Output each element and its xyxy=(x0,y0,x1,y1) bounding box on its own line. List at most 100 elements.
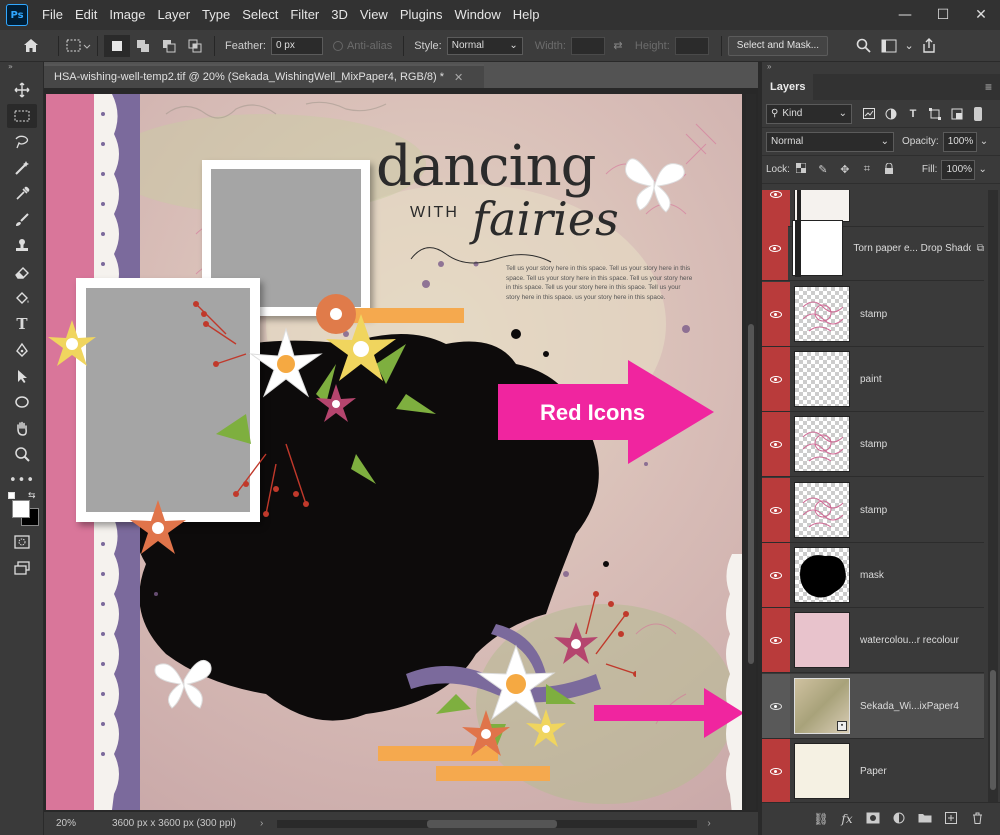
lock-transparent-pixels-icon[interactable] xyxy=(790,162,812,176)
fill-input[interactable]: 100% xyxy=(941,159,976,180)
filter-smart-object-icon[interactable] xyxy=(946,104,968,124)
layer-name[interactable]: Torn paper e... Drop Shadow xyxy=(853,243,971,254)
layer-name[interactable]: Sekada_Wi...ixPaper4 xyxy=(860,701,959,712)
layer-name[interactable]: watercolou...r recolour xyxy=(860,635,959,646)
brush-tool-icon[interactable] xyxy=(7,208,37,232)
menu-item-view[interactable]: View xyxy=(354,0,394,30)
chevron-down-icon[interactable]: ⌄ xyxy=(980,136,988,147)
collapse-toolbar-icon[interactable]: » xyxy=(0,62,43,76)
layer-row[interactable]: watercolou...r recolour xyxy=(762,608,984,673)
scroll-right-icon[interactable]: › xyxy=(707,818,710,829)
document-canvas[interactable]: dancing WITH fairies Tell us your story … xyxy=(46,94,742,810)
chevron-down-icon[interactable]: ⌄ xyxy=(902,35,916,57)
home-icon[interactable] xyxy=(18,35,44,57)
new-layer-icon[interactable] xyxy=(938,811,964,827)
antialias-checkbox[interactable] xyxy=(332,40,343,51)
height-input[interactable] xyxy=(674,36,709,55)
panel-menu-icon[interactable]: ≡ xyxy=(985,80,992,94)
opacity-input[interactable]: 100% xyxy=(942,131,977,152)
clone-stamp-tool-icon[interactable] xyxy=(7,234,37,258)
vertical-scrollbar[interactable] xyxy=(746,94,756,810)
intersect-selection-icon[interactable] xyxy=(182,35,208,57)
layer-thumbnail[interactable] xyxy=(794,351,850,407)
menu-item-image[interactable]: Image xyxy=(103,0,151,30)
layer-name[interactable]: Paper xyxy=(860,766,887,777)
menu-item-filter[interactable]: Filter xyxy=(284,0,325,30)
collapse-panels-icon[interactable]: » xyxy=(762,62,1000,74)
ellipse-tool-icon[interactable] xyxy=(7,390,37,414)
select-and-mask-button[interactable]: Select and Mask... xyxy=(727,35,829,56)
adjustment-layer-icon[interactable] xyxy=(886,812,912,827)
quick-mask-icon[interactable] xyxy=(7,530,37,554)
menu-item-select[interactable]: Select xyxy=(236,0,284,30)
search-icon[interactable] xyxy=(850,35,876,57)
horizontal-scrollbar[interactable] xyxy=(277,819,698,828)
filter-adjustment-icon[interactable] xyxy=(880,104,902,124)
foreground-color-swatch[interactable] xyxy=(12,500,30,518)
layers-scrollbar[interactable] xyxy=(988,190,998,802)
document-tab[interactable]: HSA-wishing-well-temp2.tif @ 20% (Sekada… xyxy=(44,64,484,88)
link-layers-icon[interactable]: ⛓ xyxy=(808,812,834,826)
lock-artboard-icon[interactable]: ⌗ xyxy=(856,163,878,176)
add-mask-icon[interactable] xyxy=(860,812,886,827)
menu-item-window[interactable]: Window xyxy=(448,0,506,30)
layer-row[interactable]: stamp xyxy=(762,412,984,477)
vertical-scroll-thumb[interactable] xyxy=(748,324,754,664)
new-group-icon[interactable] xyxy=(912,812,938,826)
layer-row[interactable]: stamp xyxy=(762,478,984,543)
layers-scroll-thumb[interactable] xyxy=(990,670,996,790)
minimize-button[interactable]: — xyxy=(886,0,924,30)
add-to-selection-icon[interactable] xyxy=(130,35,156,57)
tab-layers[interactable]: Layers xyxy=(762,74,814,100)
menu-item-help[interactable]: Help xyxy=(507,0,546,30)
marquee-tool-preset-icon[interactable] xyxy=(65,35,91,57)
type-tool-icon[interactable]: T xyxy=(7,312,37,336)
layer-visibility-toggle[interactable] xyxy=(762,674,790,738)
layer-visibility-toggle[interactable] xyxy=(762,478,790,542)
status-menu-arrow-icon[interactable]: › xyxy=(260,818,263,829)
layer-thumbnail[interactable] xyxy=(794,482,850,538)
style-select[interactable]: Normal ⌄ xyxy=(446,36,523,55)
layer-name[interactable]: paint xyxy=(860,374,882,385)
more-tools-icon[interactable]: ••• xyxy=(7,468,37,492)
width-input[interactable] xyxy=(570,36,605,55)
swap-width-height-icon[interactable]: ⇄ xyxy=(605,35,631,57)
layer-thumbnail[interactable] xyxy=(794,743,850,799)
close-button[interactable]: ✕ xyxy=(962,0,1000,30)
menu-item-type[interactable]: Type xyxy=(196,0,236,30)
menu-item-3d[interactable]: 3D xyxy=(325,0,354,30)
layer-thumbnail[interactable] xyxy=(794,547,850,603)
paint-bucket-tool-icon[interactable] xyxy=(7,286,37,310)
new-selection-icon[interactable] xyxy=(104,34,130,57)
layer-row[interactable]: stamp xyxy=(762,282,984,347)
zoom-tool-icon[interactable] xyxy=(7,442,37,466)
layer-row[interactable]: ▪ Sekada_Wi...ixPaper4 xyxy=(762,674,984,739)
close-document-icon[interactable]: ✕ xyxy=(454,71,463,84)
move-tool-icon[interactable] xyxy=(7,78,37,102)
delete-layer-icon[interactable] xyxy=(964,812,990,827)
layer-name[interactable]: stamp xyxy=(860,439,887,450)
filter-toggle-icon[interactable] xyxy=(974,106,982,121)
menu-item-edit[interactable]: Edit xyxy=(69,0,103,30)
layer-visibility-toggle[interactable] xyxy=(762,608,790,672)
layer-row[interactable]: paint xyxy=(762,347,984,412)
layer-row[interactable]: Paper xyxy=(762,739,984,802)
workspace-icon[interactable] xyxy=(876,35,902,57)
layer-thumbnail[interactable] xyxy=(794,286,850,342)
kind-filter-select[interactable]: ⚲ Kind ⌄ xyxy=(766,103,852,124)
pen-tool-icon[interactable] xyxy=(7,338,37,362)
lock-image-pixels-icon[interactable]: ✎ xyxy=(812,163,834,176)
menu-item-plugins[interactable]: Plugins xyxy=(394,0,449,30)
eraser-tool-icon[interactable] xyxy=(7,260,37,284)
layer-name[interactable]: mask xyxy=(860,570,884,581)
filter-shape-icon[interactable] xyxy=(924,104,946,124)
lock-position-icon[interactable]: ✥ xyxy=(834,163,856,176)
share-icon[interactable] xyxy=(916,35,942,57)
screen-mode-icon[interactable] xyxy=(7,556,37,580)
layer-style-fx-icon[interactable]: fx xyxy=(834,812,860,826)
magic-wand-tool-icon[interactable] xyxy=(7,156,37,180)
default-colors-icon[interactable] xyxy=(8,492,15,499)
layer-name[interactable]: stamp xyxy=(860,309,887,320)
rectangular-marquee-tool-icon[interactable] xyxy=(7,104,37,128)
layer-row[interactable]: mask xyxy=(762,543,984,608)
